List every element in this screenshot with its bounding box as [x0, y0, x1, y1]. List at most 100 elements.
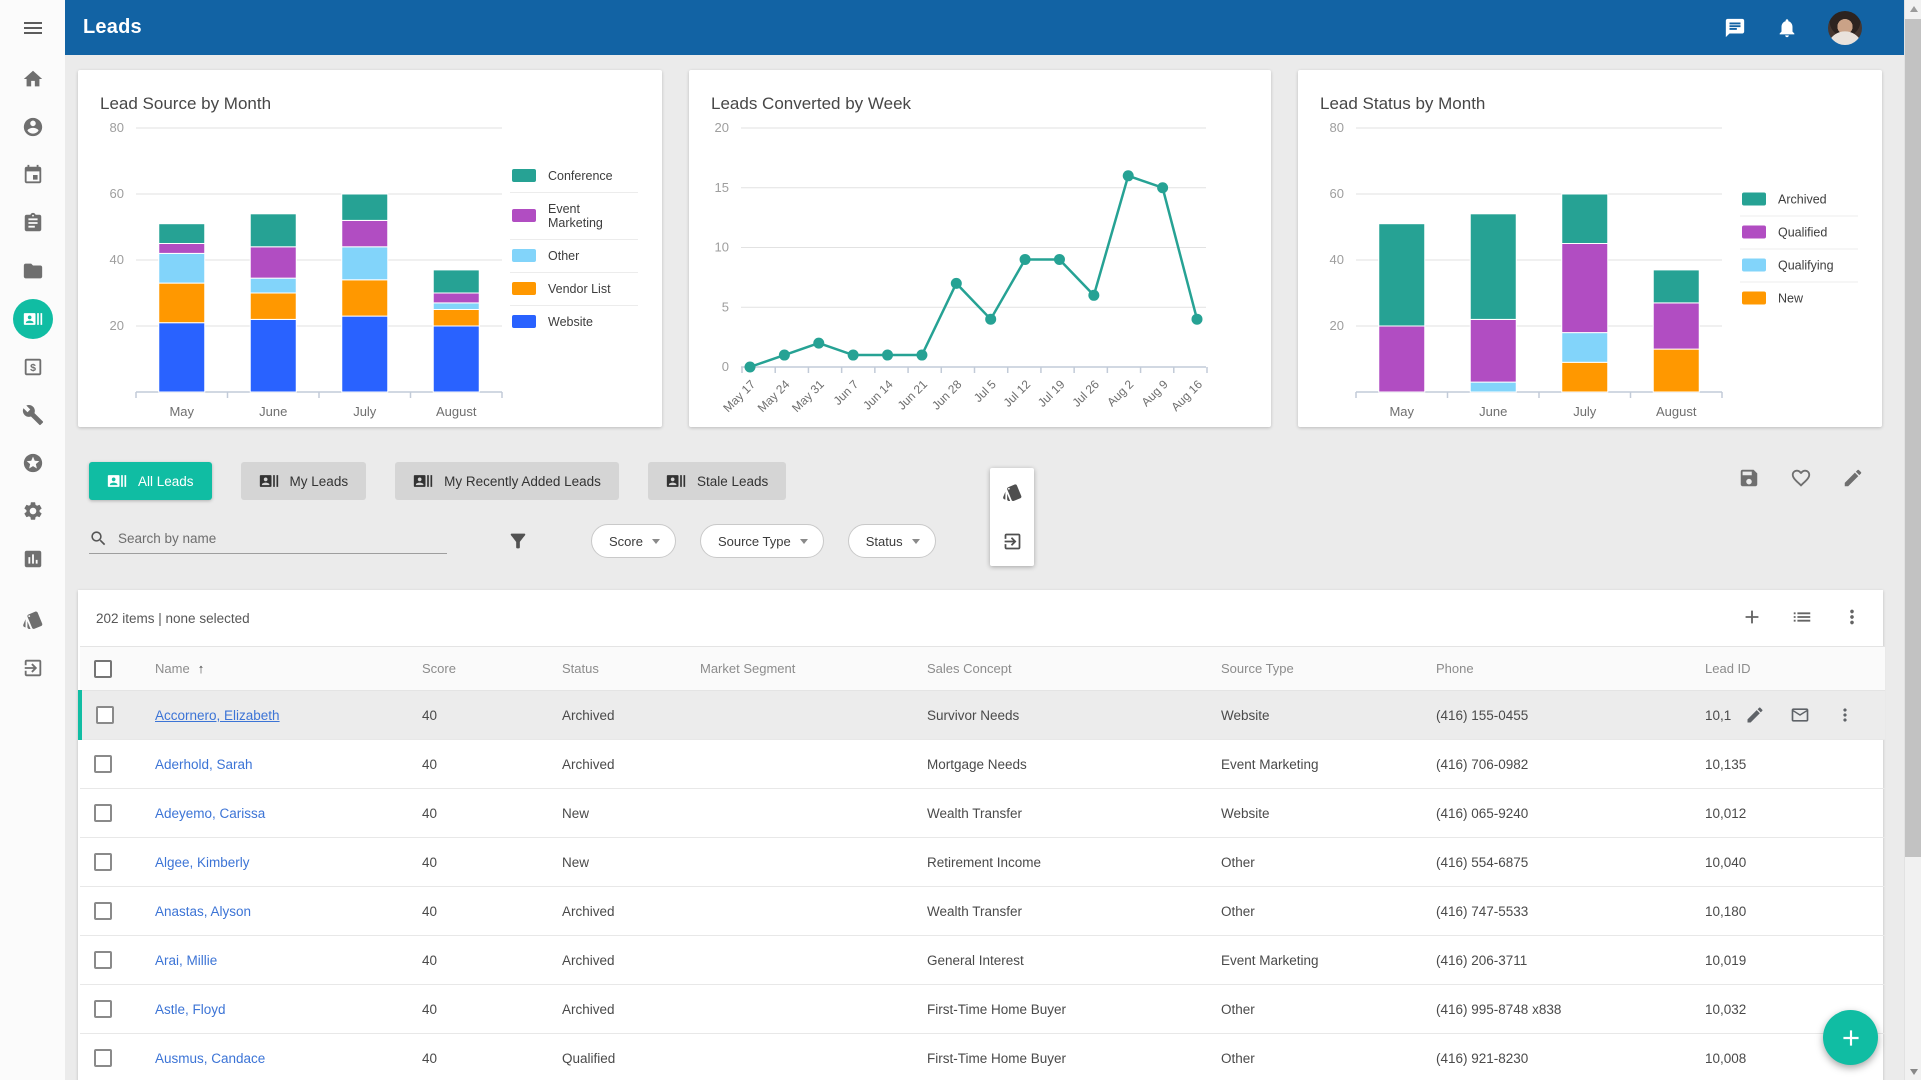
favorite-icon[interactable] — [1790, 467, 1812, 489]
table-row[interactable]: Algee, Kimberly40NewRetirement IncomeOth… — [80, 838, 1885, 887]
row-checkbox[interactable] — [94, 755, 112, 773]
cell-lead-id: 10,040 — [1705, 838, 1885, 887]
column-header-label: Lead ID — [1705, 661, 1751, 676]
sidebar-item-exit[interactable] — [0, 644, 65, 692]
table-row[interactable]: Astle, Floyd40ArchivedFirst-Time Home Bu… — [80, 985, 1885, 1034]
page-scrollbar[interactable] — [1904, 0, 1921, 1080]
sidebar-item-settings[interactable] — [0, 487, 65, 535]
table-row[interactable]: Accornero, Elizabeth40ArchivedSurvivor N… — [80, 691, 1885, 740]
lead-name-link[interactable]: Algee, Kimberly — [155, 855, 250, 870]
sidebar-item-calendar[interactable] — [0, 151, 65, 199]
list-icon[interactable] — [1791, 606, 1813, 628]
sidebar-item-home[interactable] — [0, 55, 65, 103]
dropdown-score[interactable]: Score — [591, 524, 676, 558]
column-header-label: Phone — [1436, 661, 1474, 676]
save-icon[interactable] — [1738, 467, 1760, 489]
table-row[interactable]: Adeyemo, Carissa40NewWealth TransferWebs… — [80, 789, 1885, 838]
lead-name-link[interactable]: Ausmus, Candace — [155, 1051, 265, 1066]
column-header-phone[interactable]: Phone — [1436, 647, 1705, 691]
table-row[interactable]: Anastas, Alyson40ArchivedWealth Transfer… — [80, 887, 1885, 936]
menu-button[interactable] — [0, 0, 65, 55]
cell-phone: (416) 065-9240 — [1436, 789, 1705, 838]
sidebar-item-tags[interactable] — [0, 596, 65, 644]
lead-name-link[interactable]: Arai, Millie — [155, 953, 217, 968]
column-header-sales-concept[interactable]: Sales Concept — [927, 647, 1221, 691]
sidebar-item-reports[interactable] — [0, 535, 65, 583]
cell-sales-concept: Mortgage Needs — [927, 740, 1221, 789]
scroll-up-icon — [1910, 6, 1918, 12]
column-header-lead-id[interactable]: Lead ID — [1705, 647, 1885, 691]
select-all-checkbox[interactable] — [94, 660, 112, 678]
filter-funnel-icon[interactable] — [507, 530, 529, 552]
cell-sales-concept: Wealth Transfer — [927, 789, 1221, 838]
column-header-label: Sales Concept — [927, 661, 1012, 676]
edit-icon[interactable] — [1745, 705, 1765, 725]
column-header-source-type[interactable]: Source Type — [1221, 647, 1436, 691]
column-header-name[interactable]: Name↑ — [155, 647, 422, 691]
table-row[interactable]: Aderhold, Sarah40ArchivedMortgage NeedsE… — [80, 740, 1885, 789]
lead-name-link[interactable]: Accornero, Elizabeth — [155, 708, 280, 723]
row-checkbox[interactable] — [94, 804, 112, 822]
row-checkbox[interactable] — [94, 902, 112, 920]
chart-card-lead-source: Lead Source by Month 20406080MayJuneJuly… — [78, 70, 662, 427]
column-header-market-segment[interactable]: Market Segment — [700, 647, 927, 691]
svg-text:Aug 2: Aug 2 — [1104, 377, 1136, 409]
add-lead-fab[interactable] — [1823, 1010, 1878, 1065]
row-checkbox[interactable] — [94, 1049, 112, 1067]
cell-source-type: Event Marketing — [1221, 740, 1436, 789]
cell-lead-id: 10,012 — [1705, 789, 1885, 838]
lead-name-link[interactable]: Adeyemo, Carissa — [155, 806, 265, 821]
tags-icon[interactable] — [1002, 482, 1023, 503]
sidebar-item-account[interactable] — [0, 103, 65, 151]
row-checkbox[interactable] — [94, 853, 112, 871]
sidebar-item-tasks[interactable] — [0, 199, 65, 247]
column-header-label: Source Type — [1221, 661, 1294, 676]
lead-id-value: 10,135 — [1705, 757, 1746, 772]
row-checkbox[interactable] — [96, 706, 114, 724]
view-button-all-leads[interactable]: All Leads — [89, 462, 212, 500]
lead-name-link[interactable]: Astle, Floyd — [155, 1002, 226, 1017]
scroll-up-button[interactable] — [1905, 0, 1921, 17]
notifications-icon[interactable] — [1776, 17, 1798, 39]
legend-item: New — [1740, 282, 1858, 314]
filter-dropdowns: Score Source Type Status — [591, 524, 936, 558]
view-button-my-recently-added-leads[interactable]: My Recently Added Leads — [395, 462, 619, 500]
lead-name-link[interactable]: Aderhold, Sarah — [155, 757, 253, 772]
row-checkbox[interactable] — [94, 1000, 112, 1018]
billing-icon: $ — [22, 356, 44, 378]
more-icon[interactable] — [1835, 705, 1855, 725]
view-button-my-leads[interactable]: My Leads — [241, 462, 367, 500]
sidebar-item-billing[interactable]: $ — [0, 343, 65, 391]
lead-name-link[interactable]: Anastas, Alyson — [155, 904, 251, 919]
column-header-score[interactable]: Score — [422, 647, 562, 691]
row-checkbox[interactable] — [94, 951, 112, 969]
scrollbar-thumb[interactable] — [1905, 19, 1921, 857]
email-icon[interactable] — [1790, 705, 1810, 725]
folder-icon — [22, 260, 44, 282]
legend-chip — [512, 315, 536, 328]
add-icon[interactable] — [1741, 606, 1763, 628]
user-avatar[interactable] — [1828, 11, 1862, 45]
sidebar-item-documents[interactable] — [0, 247, 65, 295]
sidebar-item-tools[interactable] — [0, 391, 65, 439]
cell-phone: (416) 747-5533 — [1436, 887, 1705, 936]
table-row[interactable]: Arai, Millie40ArchivedGeneral InterestEv… — [80, 936, 1885, 985]
svg-text:60: 60 — [1330, 186, 1344, 201]
chat-icon[interactable] — [1724, 17, 1746, 39]
table-row[interactable]: Ausmus, Candace40QualifiedFirst-Time Hom… — [80, 1034, 1885, 1080]
search-input[interactable] — [118, 531, 418, 546]
more-icon[interactable] — [1841, 606, 1863, 628]
scroll-down-button[interactable] — [1905, 1063, 1921, 1080]
legend-chip — [512, 249, 536, 262]
sidebar-item-leads[interactable] — [0, 295, 65, 343]
dropdown-status[interactable]: Status — [848, 524, 936, 558]
svg-text:Jun 7: Jun 7 — [831, 377, 862, 408]
cell-status: Archived — [562, 691, 700, 740]
dropdown-source-type[interactable]: Source Type — [700, 524, 824, 558]
exit-icon[interactable] — [1002, 531, 1023, 552]
svg-text:20: 20 — [1330, 318, 1344, 333]
view-button-stale-leads[interactable]: Stale Leads — [648, 462, 786, 500]
column-header-status[interactable]: Status — [562, 647, 700, 691]
edit-icon[interactable] — [1842, 467, 1864, 489]
sidebar-item-favorites[interactable] — [0, 439, 65, 487]
